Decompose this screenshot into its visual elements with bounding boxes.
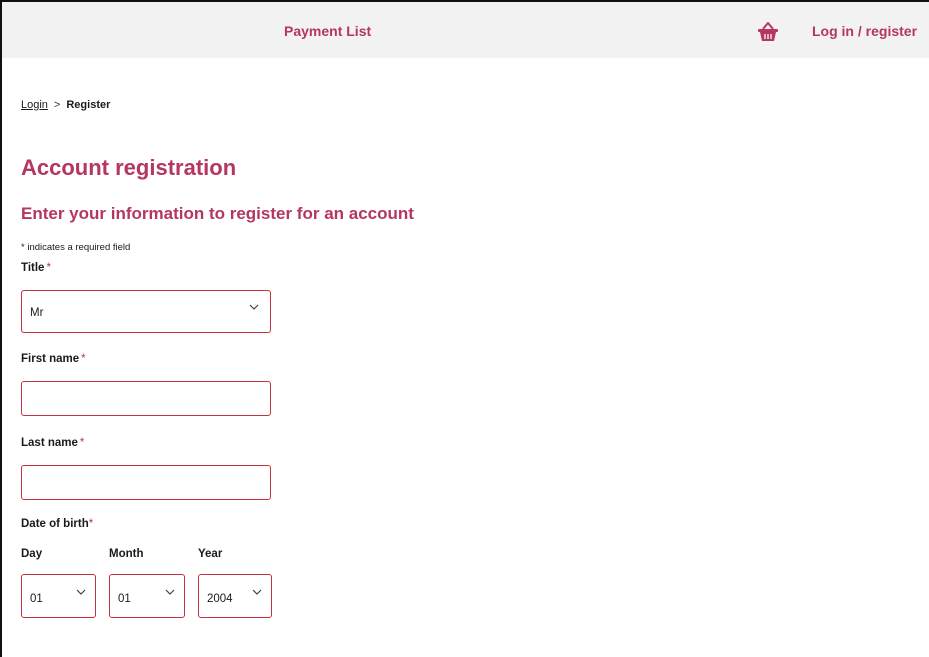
title-label-text: Title	[21, 262, 45, 274]
title-select[interactable]: Mr	[21, 290, 271, 333]
dob-month-select[interactable]: 01	[109, 574, 185, 618]
last-name-input[interactable]	[22, 466, 270, 499]
title-label: Title *	[21, 262, 51, 274]
top-navigation-bar: Payment List Log in / register	[2, 2, 929, 58]
first-name-label: First name *	[21, 353, 86, 365]
required-marker: *	[88, 518, 94, 530]
login-register-link[interactable]: Log in / register	[812, 23, 917, 39]
basket-icon[interactable]	[756, 21, 780, 43]
dob-label-text: Date of birth	[21, 518, 89, 530]
last-name-label-text: Last name	[21, 437, 78, 449]
first-name-input[interactable]	[22, 382, 270, 415]
chevron-down-icon	[252, 589, 262, 595]
chevron-down-icon	[165, 589, 175, 595]
dob-day-value: 01	[30, 593, 43, 605]
required-marker: *	[79, 437, 85, 449]
last-name-field[interactable]	[21, 465, 271, 500]
breadcrumb: Login > Register	[21, 99, 110, 111]
dob-day-select[interactable]: 01	[21, 574, 96, 618]
chevron-down-icon	[249, 304, 259, 310]
dob-month-label: Month	[109, 548, 144, 560]
dob-year-label: Year	[198, 548, 223, 560]
dob-year-select[interactable]: 2004	[198, 574, 272, 618]
breadcrumb-login-link[interactable]: Login	[21, 99, 48, 111]
breadcrumb-current: Register	[66, 99, 111, 111]
required-marker: *	[81, 353, 86, 365]
last-name-label: Last name *	[21, 437, 84, 449]
required-field-note: * indicates a required field	[21, 242, 131, 253]
breadcrumb-separator: >	[53, 99, 61, 111]
chevron-down-icon	[76, 589, 86, 595]
first-name-field[interactable]	[21, 381, 271, 416]
dob-day-label: Day	[21, 548, 43, 560]
dob-year-value: 2004	[207, 593, 233, 605]
dob-month-value: 01	[118, 593, 131, 605]
dob-label: Date of birth*	[21, 518, 93, 530]
required-marker: *	[46, 262, 51, 274]
page-subtitle: Enter your information to register for a…	[21, 204, 414, 223]
payment-list-link[interactable]: Payment List	[284, 23, 371, 39]
title-select-value: Mr	[30, 307, 44, 319]
page-title: Account registration	[21, 155, 237, 180]
first-name-label-text: First name	[21, 353, 80, 365]
